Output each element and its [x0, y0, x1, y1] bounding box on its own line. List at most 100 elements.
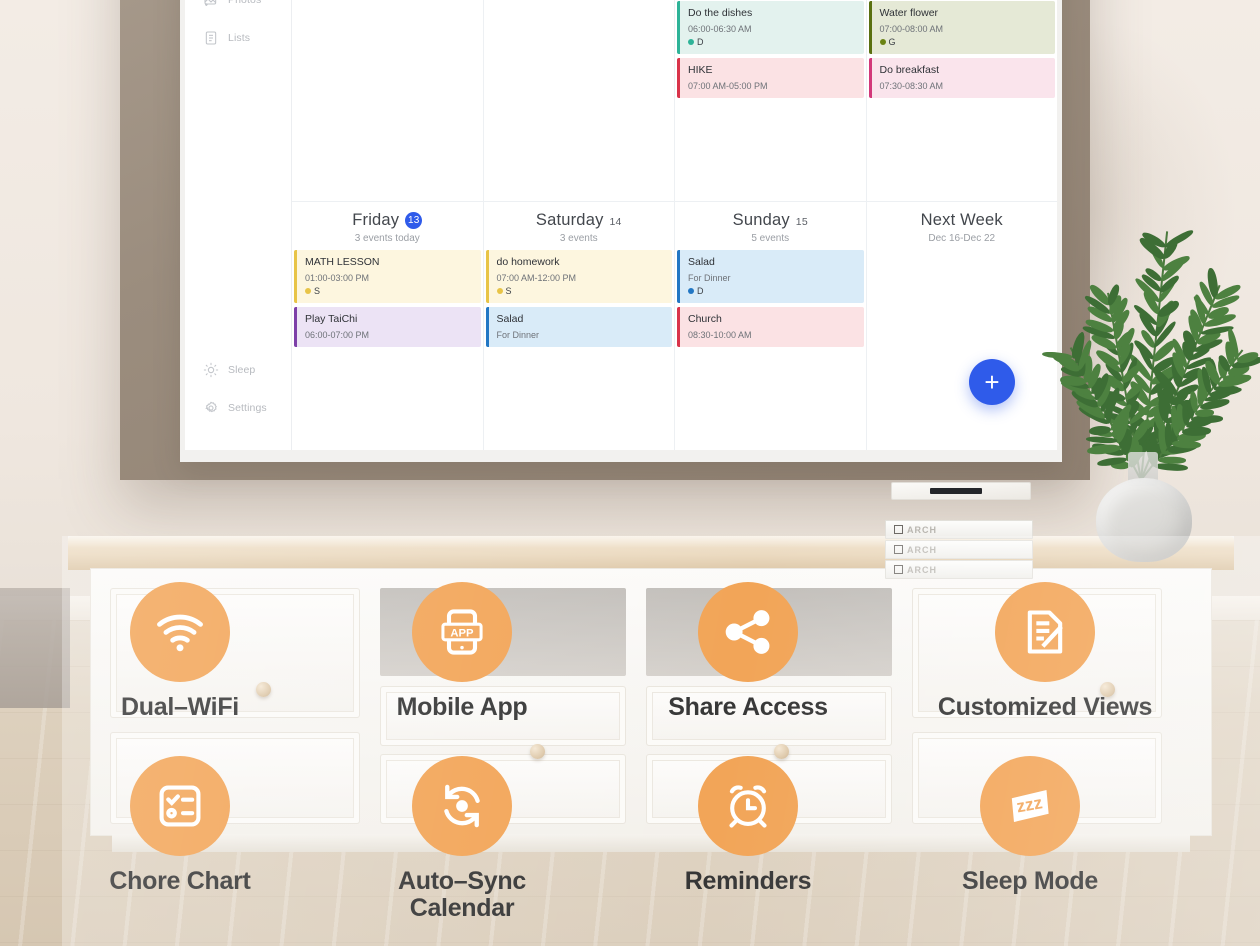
event-title: do homework	[497, 256, 666, 269]
event-title: Do breakfast	[880, 64, 1049, 77]
plant-foliage	[1008, 180, 1260, 480]
svg-text:APP: APP	[450, 628, 474, 640]
sidebar-item-sleep[interactable]: Sleep	[185, 351, 291, 389]
sidebar-item-label: Lists	[228, 32, 250, 44]
event-time: 07:00 AM-12:00 PM	[497, 273, 666, 283]
calendar-event[interactable]: do homework 07:00 AM-12:00 PM S	[486, 250, 673, 303]
calendar-event[interactable]: Church 08:30-10:00 AM	[677, 307, 864, 347]
calendar-day-cell[interactable]: Monday09No event	[292, 0, 484, 201]
event-time: For Dinner	[497, 330, 666, 340]
alarm-clock-icon	[698, 756, 798, 856]
calendar-event[interactable]: HIKE 07:00 AM-05:00 PM	[677, 58, 864, 98]
event-owner-dot	[688, 39, 694, 45]
plant-leaf	[1042, 350, 1074, 360]
calendar-event[interactable]: Play TaiChi 06:00-07:00 PM	[294, 307, 481, 347]
calendar-day-cell[interactable]: Wednesday112 eventsDo the dishes06:00-06…	[675, 0, 867, 201]
day-date-number: 14	[610, 216, 622, 228]
sidebar: Calendar Chores Photos Lists	[185, 0, 292, 450]
calendar-day-header: Sunday 15 5 events	[675, 202, 866, 250]
calendar-day-name: Next Week	[921, 211, 1003, 230]
calendar-event[interactable]: Do breakfast 07:30-08:30 AM	[869, 58, 1056, 98]
feature-label: Chore Chart	[80, 868, 280, 895]
calendar-day-cell[interactable]: Thursday125 eventsWater flower07:00-08:0…	[867, 0, 1058, 201]
checklist-icon	[130, 756, 230, 856]
event-owner-dot	[688, 288, 694, 294]
feature-reminders[interactable]: Reminders	[648, 756, 848, 895]
event-time: 01:00-03:00 PM	[305, 273, 474, 283]
feature-sleep-mode[interactable]: zzz Sleep Mode	[930, 756, 1130, 895]
mobile-app-icon: APP	[412, 582, 512, 682]
event-title: Water flower	[880, 7, 1049, 20]
calendar-event[interactable]: Salad For Dinner	[486, 307, 673, 347]
calendar-day-name: Sunday 15	[733, 211, 808, 230]
event-owner-initial: S	[314, 286, 320, 296]
calendar-event-list	[292, 1, 483, 201]
gear-icon	[203, 400, 219, 416]
event-time: For Dinner	[688, 273, 857, 283]
feature-label: Reminders	[648, 868, 848, 895]
calendar-event[interactable]: Salad For Dinner D	[677, 250, 864, 303]
calendar-week-row: Monday09No eventTuesday10No eventWednesd…	[292, 0, 1057, 202]
family-calendar-app: Calendar Chores Photos Lists	[185, 0, 1057, 450]
calendar-day-cell[interactable]: Sunday 15 5 events Salad For Dinner D Church 08…	[675, 202, 867, 450]
sidebar-item-label: Photos	[228, 0, 261, 6]
feature-label: Dual–WiFi	[80, 694, 280, 721]
event-owner-dot	[305, 288, 311, 294]
feature-share-access[interactable]: Share Access	[648, 582, 848, 721]
share-icon	[698, 582, 798, 682]
event-title: Play TaiChi	[305, 313, 474, 326]
book-label: ARCH	[907, 525, 937, 535]
event-owner-initial: G	[889, 37, 896, 47]
wifi-icon	[130, 582, 230, 682]
book-stack-lid	[891, 482, 1031, 500]
feature-customized-views[interactable]: Customized Views	[930, 582, 1160, 721]
calendar-day-cell[interactable]: Tuesday10No event	[484, 0, 676, 201]
book-item: ARCH	[885, 540, 1033, 559]
sync-icon	[412, 756, 512, 856]
sidebar-spacer	[185, 57, 291, 351]
zzz-icon: zzz	[980, 756, 1080, 856]
event-owner: D	[688, 37, 857, 47]
feature-label: Share Access	[648, 694, 848, 721]
tv-screen: Calendar Chores Photos Lists	[185, 0, 1057, 450]
calendar-event[interactable]: Do the dishes 06:00-06:30 AM D	[677, 1, 864, 54]
calendar-day-cell[interactable]: Saturday 14 3 events do homework 07:00 AM-12…	[484, 202, 676, 450]
today-date-badge: 13	[405, 212, 422, 229]
calendar-event[interactable]: Water flower 07:00-08:00 AM G	[869, 1, 1056, 54]
sidebar-item-settings[interactable]: Settings	[185, 389, 291, 450]
feature-label: Mobile App	[362, 694, 562, 721]
event-title: MATH LESSON	[305, 256, 474, 269]
calendar-event-list: Salad For Dinner D Church 08:30-10:00 AM	[675, 250, 866, 450]
event-time: 06:00-06:30 AM	[688, 24, 857, 34]
calendar-event-list: MATH LESSON 01:00-03:00 PM S Play TaiChi 06:…	[292, 250, 483, 450]
feature-chore-chart[interactable]: Chore Chart	[80, 756, 280, 895]
calendar-day-cell[interactable]: Friday 13 3 events today MATH LESSON 01:00-0…	[292, 202, 484, 450]
document-edit-icon	[995, 582, 1095, 682]
event-time: 07:30-08:30 AM	[880, 81, 1049, 91]
calendar-event-list: Water flower 07:00-08:00 AM G Do breakfast 0…	[867, 1, 1058, 201]
feature-mobile-app[interactable]: APP Mobile App	[362, 582, 562, 721]
calendar-day-subtitle: 5 events	[679, 233, 862, 244]
event-owner: D	[688, 286, 857, 296]
event-title: HIKE	[688, 64, 857, 77]
event-time: 07:00 AM-05:00 PM	[688, 81, 857, 91]
feature-auto-sync-calendar[interactable]: Auto–Sync Calendar	[362, 756, 562, 922]
sidebar-item-label: Sleep	[228, 364, 255, 376]
day-name-text: Saturday	[536, 211, 604, 230]
feature-dual-wifi[interactable]: Dual–WiFi	[80, 582, 280, 721]
day-name-text: Next Week	[921, 211, 1003, 230]
sidebar-item-lists[interactable]: Lists	[185, 19, 291, 57]
event-owner-initial: S	[506, 286, 512, 296]
day-name-text: Friday	[352, 211, 399, 230]
event-owner-dot	[497, 288, 503, 294]
event-title: Do the dishes	[688, 7, 857, 20]
calendar-day-subtitle: 3 events today	[296, 233, 479, 244]
book-item: ARCH	[885, 520, 1033, 539]
day-name-text: Sunday	[733, 211, 790, 230]
calendar-day-subtitle: 3 events	[488, 233, 671, 244]
calendar-event[interactable]: MATH LESSON 01:00-03:00 PM S	[294, 250, 481, 303]
sidebar-item-photos[interactable]: Photos	[185, 0, 291, 19]
list-doc-icon	[203, 30, 219, 46]
day-date-number: 15	[796, 216, 808, 228]
calendar-event-list	[484, 1, 675, 201]
